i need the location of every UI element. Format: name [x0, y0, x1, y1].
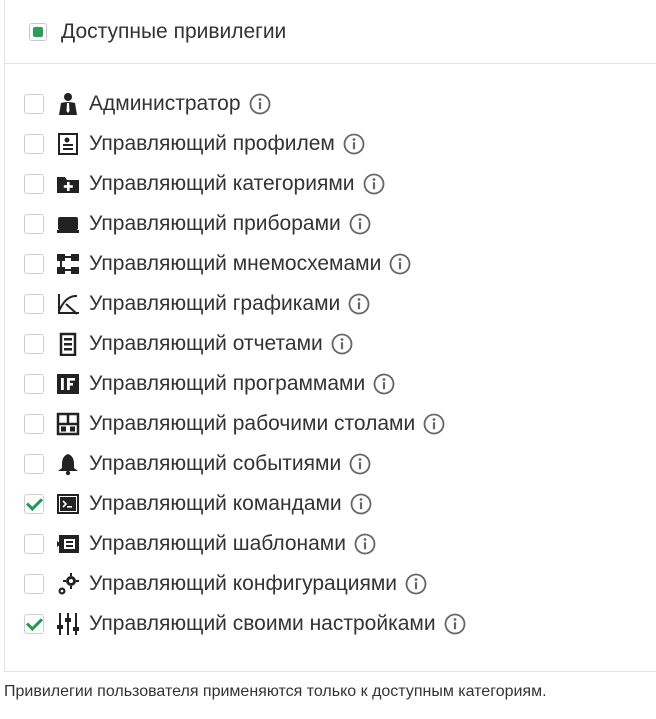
privilege-label: Управляющий своими настройками [89, 612, 436, 635]
gears-icon [55, 571, 81, 597]
privilege-label: Управляющий отчетами [89, 332, 323, 355]
folder-plus-icon [55, 171, 81, 197]
admin-user-icon [55, 91, 81, 117]
info-icon[interactable] [331, 333, 353, 355]
privilege-checkbox[interactable] [24, 534, 44, 554]
report-icon [55, 331, 81, 357]
info-icon[interactable] [354, 533, 376, 555]
privilege-row: Управляющий профилем [24, 124, 466, 164]
privilege-row: Администратор [24, 84, 466, 124]
info-icon[interactable] [349, 213, 371, 235]
privilege-row: Управляющий шаблонами [24, 524, 466, 564]
info-icon[interactable] [444, 613, 466, 635]
info-icon[interactable] [348, 293, 370, 315]
info-icon[interactable] [423, 413, 445, 435]
privilege-row: Управляющий программами [24, 364, 466, 404]
privilege-label: Управляющий категориями [89, 172, 355, 195]
privilege-label: Администратор [89, 92, 241, 115]
device-icon [55, 211, 81, 237]
diagram-icon [55, 251, 81, 277]
privilege-checkbox[interactable] [24, 254, 44, 274]
profile-card-icon [55, 131, 81, 157]
privilege-checkbox[interactable] [24, 174, 44, 194]
footer-note: Привилегии пользователя применяются толь… [4, 683, 547, 700]
info-icon[interactable] [343, 133, 365, 155]
panel-header: Доступные привилегии [5, 0, 656, 64]
privilege-row: Управляющий графиками [24, 284, 466, 324]
privilege-checkbox[interactable] [24, 454, 44, 474]
info-icon[interactable] [249, 93, 271, 115]
privilege-label: Управляющий приборами [89, 212, 341, 235]
program-if-icon [55, 371, 81, 397]
info-icon[interactable] [363, 173, 385, 195]
privilege-checkbox[interactable] [24, 214, 44, 234]
privilege-checkbox[interactable] [24, 94, 44, 114]
info-icon[interactable] [389, 253, 411, 275]
sliders-icon [55, 611, 81, 637]
privilege-row: Управляющий командами [24, 484, 466, 524]
select-all-checkbox[interactable] [29, 22, 47, 41]
privilege-checkbox[interactable] [24, 574, 44, 594]
privilege-label: Управляющий рабочими столами [89, 412, 416, 435]
privilege-label: Управляющий мнемосхемами [89, 252, 382, 275]
privilege-row: Управляющий приборами [24, 204, 466, 244]
info-icon[interactable] [373, 373, 395, 395]
privilege-label: Управляющий профилем [89, 132, 335, 155]
panel-title: Доступные привилегии [61, 19, 287, 43]
privilege-row: Управляющий рабочими столами [24, 404, 466, 444]
privilege-label: Управляющий шаблонами [89, 532, 346, 555]
bell-icon [55, 451, 81, 477]
terminal-icon [55, 491, 81, 517]
info-icon[interactable] [405, 573, 427, 595]
privileges-list: Администратор Управляющий профилем Управля… [24, 84, 466, 644]
privilege-label: Управляющий графиками [89, 292, 341, 315]
privilege-row: Управляющий мнемосхемами [24, 244, 466, 284]
privilege-row: Управляющий категориями [24, 164, 466, 204]
info-icon[interactable] [349, 453, 371, 475]
privilege-checkbox[interactable] [24, 374, 44, 394]
info-icon[interactable] [350, 493, 372, 515]
chart-curve-icon [55, 291, 81, 317]
privilege-label: Управляющий событиями [89, 452, 342, 475]
privilege-checkbox[interactable] [24, 614, 44, 634]
privilege-checkbox[interactable] [24, 494, 44, 514]
privilege-row: Управляющий событиями [24, 444, 466, 484]
privilege-checkbox[interactable] [24, 294, 44, 314]
privilege-checkbox[interactable] [24, 334, 44, 354]
template-icon [55, 531, 81, 557]
privilege-checkbox[interactable] [24, 414, 44, 434]
privilege-checkbox[interactable] [24, 134, 44, 154]
privilege-row: Управляющий своими настройками [24, 604, 466, 644]
privilege-row: Управляющий отчетами [24, 324, 466, 364]
privilege-row: Управляющий конфигурациями [24, 564, 466, 604]
privilege-label: Управляющий программами [89, 372, 366, 395]
privilege-label: Управляющий командами [89, 492, 342, 515]
dashboard-icon [55, 411, 81, 437]
privilege-label: Управляющий конфигурациями [89, 572, 398, 595]
